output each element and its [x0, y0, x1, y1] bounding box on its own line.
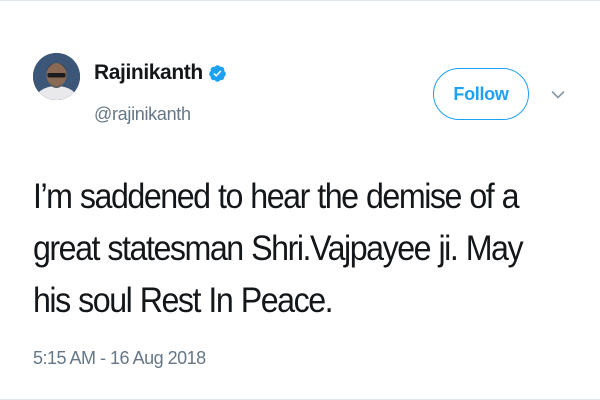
tweet-text: I’m saddened to hear the demise of a gre…	[33, 177, 524, 320]
tweet-card: Rajinikanth @rajinikanth Follow I’m sadd…	[0, 0, 600, 400]
chevron-down-icon[interactable]	[551, 87, 565, 99]
avatar[interactable]	[33, 53, 80, 100]
profile-photo-icon	[33, 53, 80, 100]
author-handle[interactable]: @rajinikanth	[94, 104, 191, 125]
verified-badge-icon	[208, 64, 227, 83]
author-display-name[interactable]: Rajinikanth	[94, 61, 203, 85]
author-name-row: Rajinikanth	[94, 61, 227, 85]
follow-button[interactable]: Follow	[433, 68, 529, 120]
tweet-timestamp[interactable]: 5:15 AM - 16 Aug 2018	[33, 348, 206, 369]
